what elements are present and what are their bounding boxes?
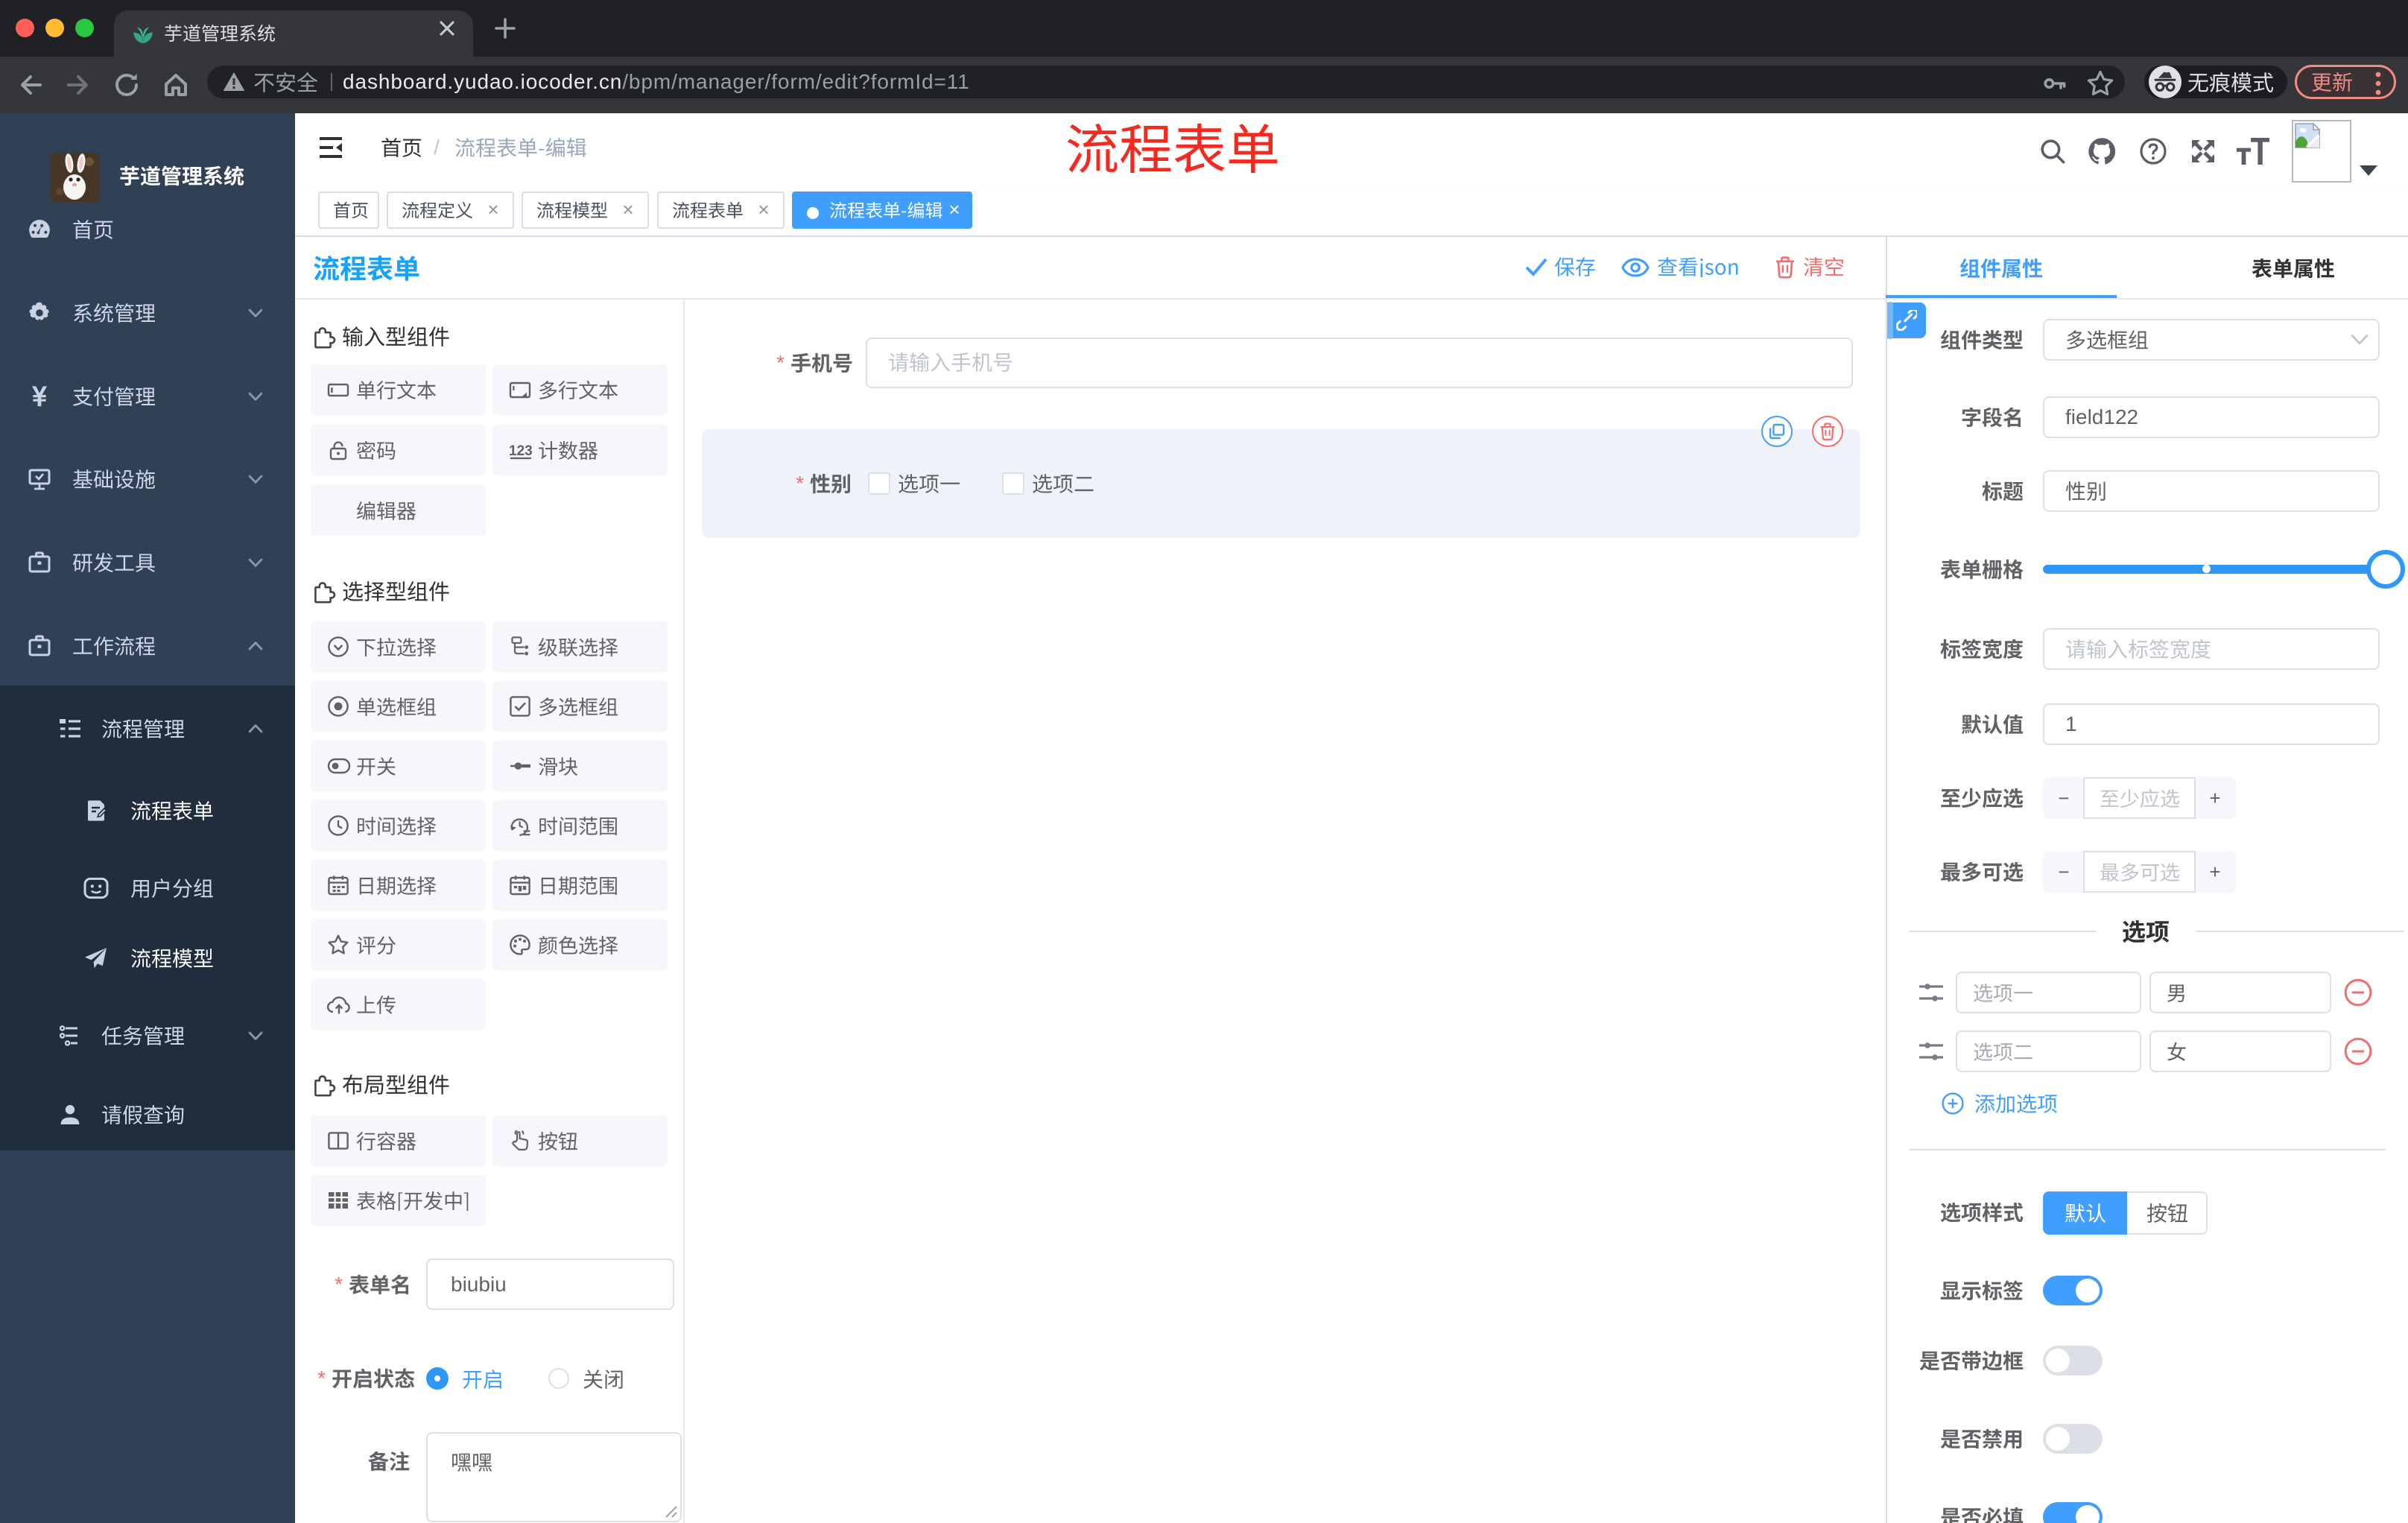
svg-text:123: 123 [509,443,533,459]
